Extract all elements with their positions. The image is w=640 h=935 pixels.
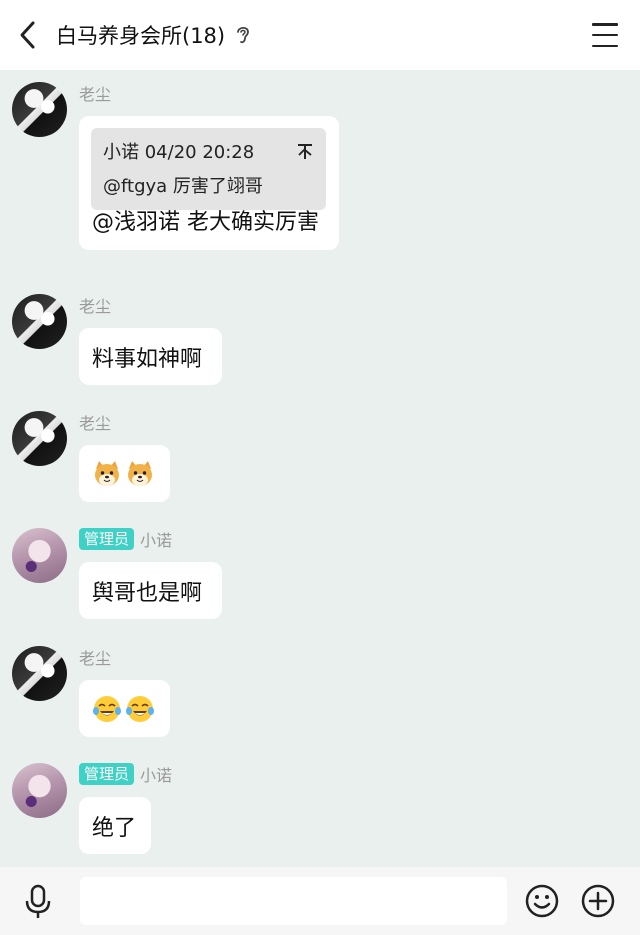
message-text: 舆哥也是啊 bbox=[92, 580, 203, 606]
sender-name: 老尘 bbox=[79, 297, 112, 316]
ear-icon bbox=[235, 24, 251, 46]
message-bubble[interactable]: 料事如神啊 bbox=[79, 328, 222, 385]
dog-face-emoji bbox=[128, 460, 152, 486]
sender-name: 小诺 bbox=[140, 766, 173, 785]
message-bubble[interactable]: 绝了 bbox=[79, 797, 151, 854]
admin-badge: 管理员 bbox=[79, 528, 135, 550]
sender-name: 老尘 bbox=[79, 649, 112, 668]
message-text: 料事如神啊 bbox=[92, 346, 203, 372]
input-bar bbox=[0, 867, 640, 935]
chat-title: 白马养身会所(18) bbox=[56, 24, 226, 48]
back-button[interactable] bbox=[12, 18, 42, 52]
sender-line: 老尘 bbox=[79, 294, 111, 316]
quote-author-time: 小诺 04/20 20:28 bbox=[103, 142, 255, 163]
menu-line bbox=[592, 44, 618, 47]
plus-circle-icon bbox=[581, 884, 615, 918]
sender-name: 老尘 bbox=[79, 85, 112, 104]
voice-button[interactable] bbox=[22, 884, 54, 920]
sender-line: 管理员 小诺 bbox=[79, 528, 172, 550]
sender-line: 老尘 bbox=[79, 82, 111, 104]
quote-header: 小诺 04/20 20:28 bbox=[103, 138, 314, 164]
sender-line: 管理员 小诺 bbox=[79, 763, 172, 785]
sender-name: 小诺 bbox=[140, 531, 173, 550]
quoted-message[interactable]: 小诺 04/20 20:28 @ftgya 厉害了翊哥 bbox=[91, 128, 326, 210]
avatar[interactable] bbox=[12, 528, 67, 583]
more-button[interactable] bbox=[581, 884, 615, 918]
admin-badge: 管理员 bbox=[79, 763, 135, 785]
sender-line: 老尘 bbox=[79, 411, 111, 433]
chat-title-wrap: 白马养身会所(18) bbox=[56, 0, 251, 70]
avatar[interactable] bbox=[12, 294, 67, 349]
menu-line bbox=[592, 33, 618, 37]
message-bubble[interactable]: 舆哥也是啊 bbox=[79, 562, 222, 619]
emoji-button[interactable] bbox=[525, 884, 559, 918]
quote-text: @ftgya 厉害了翊哥 bbox=[103, 176, 263, 197]
tears-of-joy-emoji bbox=[93, 695, 121, 722]
message-bubble[interactable] bbox=[79, 680, 170, 737]
pin-top-icon[interactable] bbox=[296, 142, 314, 160]
menu-button[interactable] bbox=[592, 22, 618, 48]
message-bubble[interactable] bbox=[79, 445, 170, 502]
chevron-left-icon bbox=[20, 21, 35, 49]
chat-header: 白马养身会所(18) bbox=[0, 0, 640, 70]
avatar[interactable] bbox=[12, 411, 67, 466]
microphone-icon bbox=[25, 884, 51, 918]
smiley-icon bbox=[525, 884, 559, 918]
dog-face-emoji bbox=[95, 460, 119, 486]
hamburger-menu-icon bbox=[592, 23, 618, 26]
sender-line: 老尘 bbox=[79, 646, 111, 668]
tears-of-joy-emoji bbox=[126, 695, 154, 722]
avatar[interactable] bbox=[12, 82, 67, 137]
avatar[interactable] bbox=[12, 646, 67, 701]
sender-name: 老尘 bbox=[79, 414, 112, 433]
message-text: 绝了 bbox=[92, 815, 137, 841]
avatar[interactable] bbox=[12, 763, 67, 818]
message-input[interactable] bbox=[80, 877, 507, 925]
chat-message-list[interactable]: 老尘 @浅羽诺 老大确实厉害 小诺 04/20 20:28 @ftgya 厉害了… bbox=[0, 70, 640, 867]
